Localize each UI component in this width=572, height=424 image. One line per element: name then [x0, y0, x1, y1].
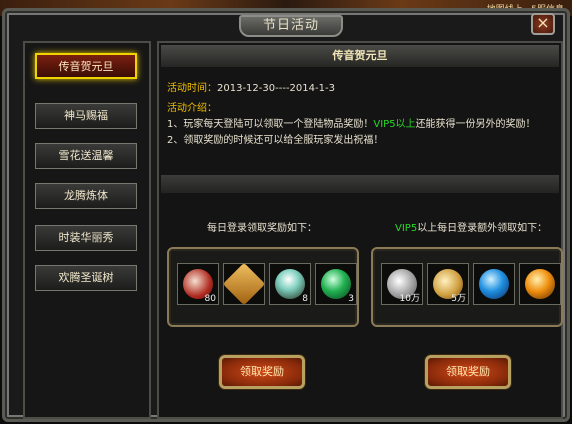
- vip-reward-slot-1[interactable]: 10万: [381, 263, 423, 305]
- green-orb-icon: [321, 269, 351, 299]
- sidebar-item-new-year[interactable]: 传音贺元旦: [35, 53, 137, 79]
- event-rule-2: 2、领取奖励的时候还可以给全服玩家发出祝福！: [167, 135, 384, 146]
- daily-claim-button[interactable]: 领取奖励: [219, 355, 305, 389]
- event-time: 活动时间：2013-12-30----2014-1-3: [167, 79, 335, 94]
- vip-reward-frame: 10万 5万: [371, 247, 563, 327]
- vip-level-text: VIP5以上: [373, 119, 416, 130]
- sidebar-item-horse-blessing[interactable]: 神马赐福: [35, 103, 137, 129]
- vip-reward-slot-4[interactable]: [519, 263, 561, 305]
- festival-activity-window: 节日活动 × 传音贺元旦 神马赐福 雪花送温馨 龙腾炼体 时装华丽秀 欢腾圣诞树…: [2, 8, 570, 422]
- sidebar-item-dragon-training[interactable]: 龙腾炼体: [35, 183, 137, 209]
- orange-orb-icon: [525, 269, 555, 299]
- section-divider: [161, 175, 559, 193]
- daily-reward-slot-1[interactable]: 80: [177, 263, 219, 305]
- event-time-label: 活动时间：: [167, 83, 217, 94]
- activity-content-panel: 传音贺元旦 活动时间：2013-12-30----2014-1-3 活动介绍： …: [157, 41, 563, 419]
- vip-reward-slot-3[interactable]: [473, 263, 515, 305]
- sidebar-item-fashion-show[interactable]: 时装华丽秀: [35, 225, 137, 251]
- activity-sidebar: 传音贺元旦 神马赐福 雪花送温馨 龙腾炼体 时装华丽秀 欢腾圣诞树: [23, 41, 151, 419]
- event-header: 传音贺元旦: [161, 45, 559, 67]
- event-rule-1: 1、玩家每天登陆可以领取一个登陆物品奖励！VIP5以上还能获得一份另外的奖励！: [167, 119, 536, 130]
- daily-reward-slot-3[interactable]: 8: [269, 263, 311, 305]
- vip-reward-title: VIP5以上每日登录额外领取如下：: [395, 223, 548, 234]
- sidebar-item-christmas-tree[interactable]: 欢腾圣诞树: [35, 265, 137, 291]
- vip-claim-button[interactable]: 领取奖励: [425, 355, 511, 389]
- sidebar-item-snow-warmth[interactable]: 雪花送温馨: [35, 143, 137, 169]
- daily-reward-slot-2[interactable]: [223, 263, 265, 305]
- event-time-value: 2013-12-30----2014-1-3: [217, 83, 335, 94]
- window-title: 节日活动: [239, 15, 343, 37]
- daily-reward-frame: 80 8 3: [167, 247, 359, 327]
- close-button[interactable]: ×: [531, 13, 555, 35]
- event-intro-label: 活动介绍：: [167, 103, 217, 114]
- daily-reward-title: 每日登录领取奖励如下：: [207, 223, 317, 234]
- daily-reward-slot-4[interactable]: 3: [315, 263, 357, 305]
- scroll-icon: [224, 264, 264, 304]
- crystal-orb-icon: [275, 269, 305, 299]
- blue-orb-icon: [479, 269, 509, 299]
- vip-reward-slot-2[interactable]: 5万: [427, 263, 469, 305]
